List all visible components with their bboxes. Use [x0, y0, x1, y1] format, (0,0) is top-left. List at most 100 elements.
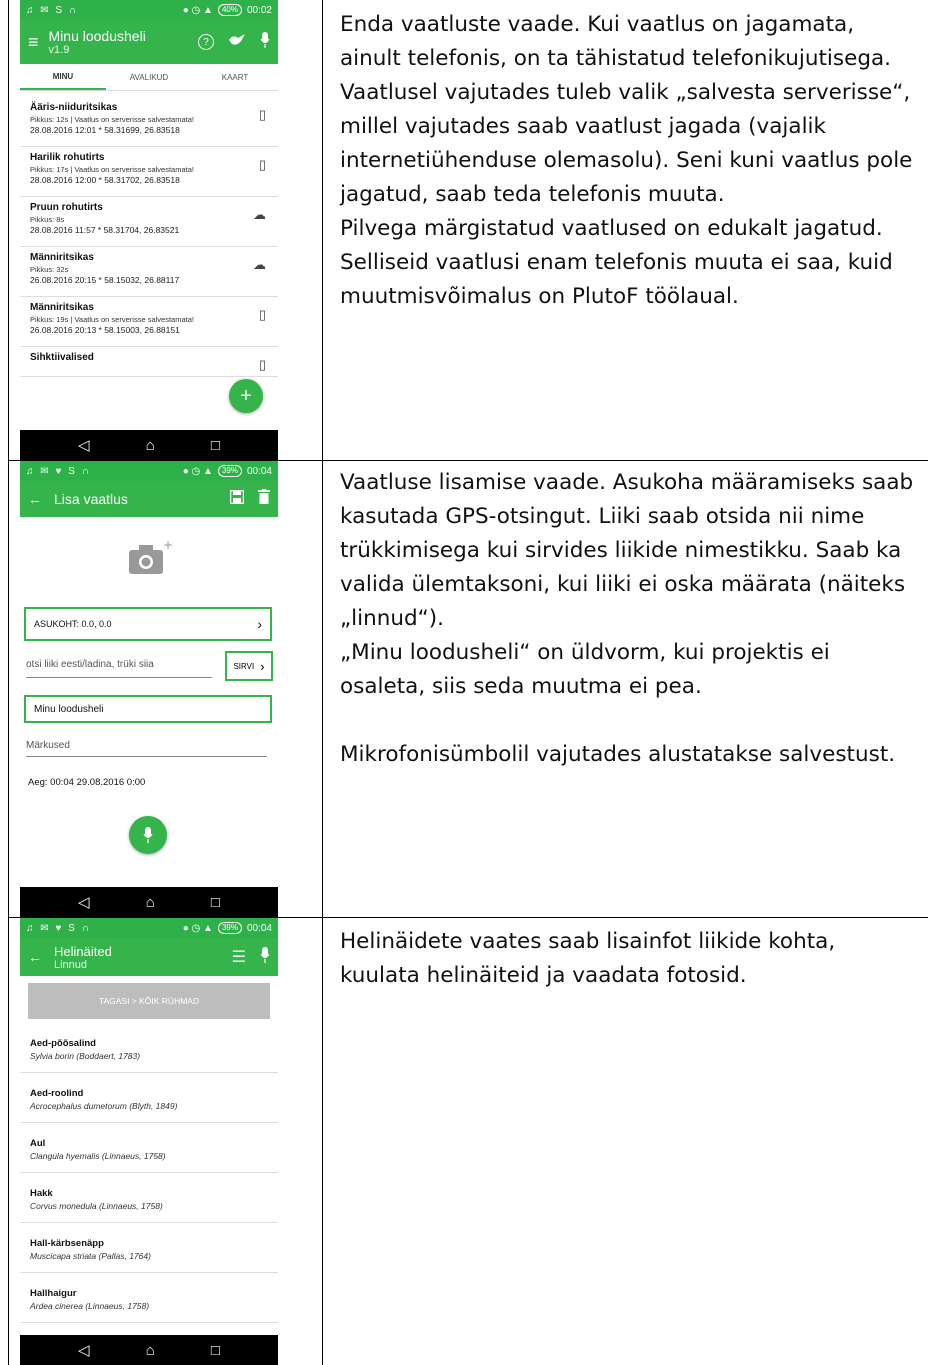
- battery-indicator: 40%: [217, 4, 242, 16]
- status-bar: ♫ ✉ ♥ S ∩ ● ◷ ▲ 39% 00:04: [20, 461, 278, 481]
- browse-label: SIRVI: [233, 661, 255, 671]
- location-value: ASUKOHT: 0.0, 0.0: [34, 619, 112, 629]
- species-name: Aed-põõsalind: [30, 1038, 96, 1049]
- observation-name: Männiritsikas: [30, 252, 94, 263]
- menu-icon[interactable]: ≡: [28, 32, 39, 53]
- row2-description: Vaatluse lisamise vaade. Asukoha määrami…: [340, 470, 914, 767]
- screen-title: Helinäited: [54, 943, 112, 959]
- nav-back-icon[interactable]: ◁: [78, 436, 90, 454]
- delete-icon[interactable]: [258, 489, 270, 509]
- nav-back-icon[interactable]: ◁: [78, 1341, 90, 1359]
- cloud-check-icon: ☁: [253, 207, 266, 222]
- microphone-icon[interactable]: [260, 31, 270, 53]
- add-photo-icon[interactable]: +: [127, 538, 173, 583]
- species-latin: Sylvia borin (Boddaert, 1783): [30, 1051, 141, 1061]
- system-icons: ● ◷ ▲: [182, 922, 213, 934]
- list-item[interactable]: Ääris-niiduritsikas Pikkus: 12s | Vaatlu…: [20, 97, 278, 147]
- list-item[interactable]: Hall-kärbsenäpp Muscicapa striata (Palla…: [20, 1223, 278, 1273]
- species-latin: Acrocephalus dumetorum (Blyth, 1849): [30, 1101, 178, 1111]
- nav-home-icon[interactable]: ⌂: [146, 1342, 155, 1359]
- species-name: Hall-kärbsenäpp: [30, 1238, 104, 1249]
- observation-status: Pikkus: 17s | Vaatlus on serverisse salv…: [30, 165, 194, 174]
- list-item[interactable]: Harilik rohutirts Pikkus: 17s | Vaatlus …: [20, 147, 278, 197]
- observation-date: 28.08.2016 11:57 * 58.31704, 26.83521: [30, 225, 180, 235]
- system-icons: ● ◷ ▲: [182, 465, 213, 477]
- list-item[interactable]: Männiritsikas Pikkus: 32s 26.08.2016 20:…: [20, 247, 278, 297]
- notification-icons: ♫ ✉ S ∩: [26, 4, 79, 16]
- notes-placeholder: Märkused: [26, 740, 70, 751]
- microphone-icon[interactable]: [260, 946, 270, 968]
- status-time: 00:04: [246, 922, 272, 934]
- species-list: Aed-põõsalind Sylvia borin (Boddaert, 17…: [20, 1023, 278, 1323]
- screen-subtitle: Linnud: [54, 958, 88, 971]
- list-item[interactable]: Pruun rohutirts Pikkus: 8s 28.08.2016 11…: [20, 197, 278, 247]
- nav-home-icon[interactable]: ⌂: [146, 894, 155, 911]
- save-icon[interactable]: [229, 489, 245, 509]
- species-search-input[interactable]: otsi liiki eesti/ladina, trüki siia: [26, 659, 212, 678]
- row3-description: Helinäidete vaates saab lisainfot liikid…: [340, 929, 836, 988]
- table-border-left: [8, 0, 9, 1365]
- list-icon[interactable]: ☰: [232, 947, 246, 967]
- list-item[interactable]: Aed-roolind Acrocephalus dumetorum (Blyt…: [20, 1073, 278, 1123]
- time-label: Aeg: 00:04 29.08.2016 0:00: [28, 777, 146, 788]
- list-item[interactable]: Männiritsikas Pikkus: 19s | Vaatlus on s…: [20, 297, 278, 347]
- browse-species-button[interactable]: SIRVI ›: [225, 651, 273, 681]
- screenshot-my-observations: ♫ ✉ S ∩ ● ◷ ▲ 40% 00:02 ≡ Minu loodushel…: [20, 0, 278, 460]
- table-border-mid: [322, 0, 323, 1365]
- nav-back-icon[interactable]: ◁: [78, 893, 90, 911]
- species-latin: Clangula hyemalis (Linnaeus, 1758): [30, 1151, 166, 1161]
- observation-status: Pikkus: 32s: [30, 265, 69, 274]
- observation-name: Ääris-niiduritsikas: [30, 102, 118, 113]
- observation-name: Männiritsikas: [30, 302, 94, 313]
- screenshot-sound-examples: ♫ ✉ ♥ S ∩ ● ◷ ▲ 39% 00:04 ← Helinäited L…: [20, 918, 278, 1365]
- record-button[interactable]: [129, 816, 167, 854]
- tab-kaart[interactable]: KAART: [192, 64, 278, 90]
- back-arrow-icon[interactable]: ←: [28, 949, 42, 965]
- nav-recents-icon[interactable]: □: [211, 894, 220, 911]
- status-time: 00:02: [246, 4, 272, 16]
- phone-icon: ▯: [258, 307, 266, 322]
- tab-minu[interactable]: MINU: [20, 64, 106, 90]
- app-bar: ← Lisa vaatlus: [20, 481, 278, 517]
- project-field[interactable]: Minu loodusheli: [24, 695, 272, 723]
- nav-home-icon[interactable]: ⌂: [146, 437, 155, 454]
- app-bar: ≡ Minu loodusheli v1.9 ?: [20, 20, 278, 64]
- bird-icon[interactable]: [228, 33, 246, 52]
- back-arrow-icon[interactable]: ←: [28, 491, 42, 507]
- row1-description: Enda vaatluste vaade. Kui vaatlus on jag…: [340, 12, 913, 309]
- chevron-right-icon: ›: [257, 616, 262, 632]
- back-to-all-groups-button[interactable]: TAGASI > KÕIK RÜHMAD: [28, 983, 270, 1019]
- app-bar: ← Helinäited Linnud ☰: [20, 938, 278, 976]
- project-value: Minu loodusheli: [34, 703, 104, 715]
- species-name: Hakk: [30, 1188, 53, 1199]
- list-item[interactable]: Hakk Corvus monedula (Linnaeus, 1758): [20, 1173, 278, 1223]
- observation-date: 26.08.2016 20:15 * 58.15032, 26.88117: [30, 275, 180, 285]
- list-item[interactable]: Hallhaigur Ardea cinerea (Linnaeus, 1758…: [20, 1273, 278, 1323]
- observation-date: 26.08.2016 20:13 * 58.15003, 26.88151: [30, 325, 180, 335]
- list-item[interactable]: Aed-põõsalind Sylvia borin (Boddaert, 17…: [20, 1023, 278, 1073]
- location-field[interactable]: ASUKOHT: 0.0, 0.0 ›: [24, 607, 272, 641]
- observation-status: Pikkus: 12s | Vaatlus on serverisse salv…: [30, 115, 194, 124]
- status-time: 00:04: [246, 465, 272, 477]
- svg-text:+: +: [163, 540, 173, 552]
- list-item[interactable]: Aul Clangula hyemalis (Linnaeus, 1758): [20, 1123, 278, 1173]
- species-latin: Ardea cinerea (Linnaeus, 1758): [30, 1301, 150, 1311]
- observation-date: 28.08.2016 12:01 * 58.31699, 26.83518: [30, 125, 180, 135]
- nav-recents-icon[interactable]: □: [211, 1342, 220, 1359]
- notes-input[interactable]: Märkused: [26, 740, 267, 757]
- android-nav-bar: ◁ ⌂ □: [20, 430, 278, 460]
- list-item[interactable]: Sihktiivalised ▯: [20, 347, 278, 377]
- add-observation-button[interactable]: +: [229, 379, 263, 413]
- observation-list: Ääris-niiduritsikas Pikkus: 12s | Vaatlu…: [20, 97, 278, 377]
- tab-avalikud[interactable]: AVALIKUD: [106, 64, 192, 90]
- observation-name: Sihktiivalised: [30, 352, 94, 363]
- help-icon[interactable]: ?: [198, 34, 214, 50]
- system-icons: ● ◷ ▲: [182, 4, 213, 16]
- species-latin: Corvus monedula (Linnaeus, 1758): [30, 1201, 163, 1211]
- nav-recents-icon[interactable]: □: [211, 437, 220, 454]
- observation-name: Harilik rohutirts: [30, 152, 105, 163]
- species-name: Aul: [30, 1138, 46, 1149]
- observation-date: 28.08.2016 12:00 * 58.31702, 26.83518: [30, 175, 180, 185]
- species-name: Aed-roolind: [30, 1088, 84, 1099]
- battery-indicator: 39%: [217, 465, 242, 477]
